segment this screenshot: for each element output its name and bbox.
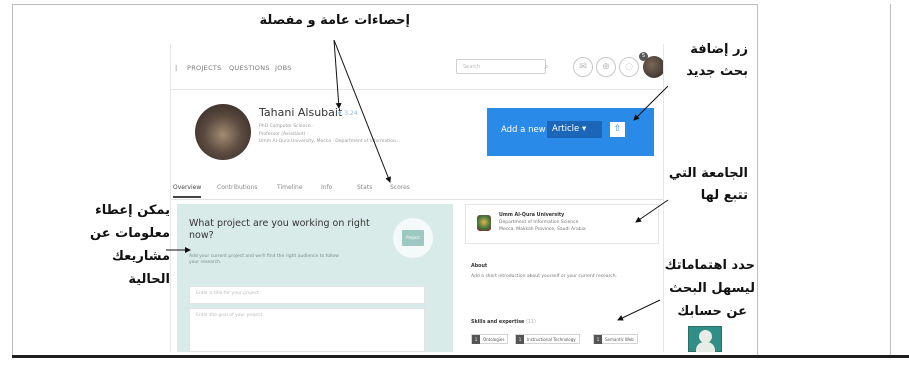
bottom-bar bbox=[12, 355, 909, 358]
arrow-to-skills bbox=[617, 299, 661, 321]
annotation-arrows bbox=[166, 39, 669, 321]
arrow-to-institution bbox=[635, 199, 669, 223]
arrow-to-stats-tab bbox=[333, 39, 391, 183]
arrow-to-add-button bbox=[633, 85, 669, 121]
